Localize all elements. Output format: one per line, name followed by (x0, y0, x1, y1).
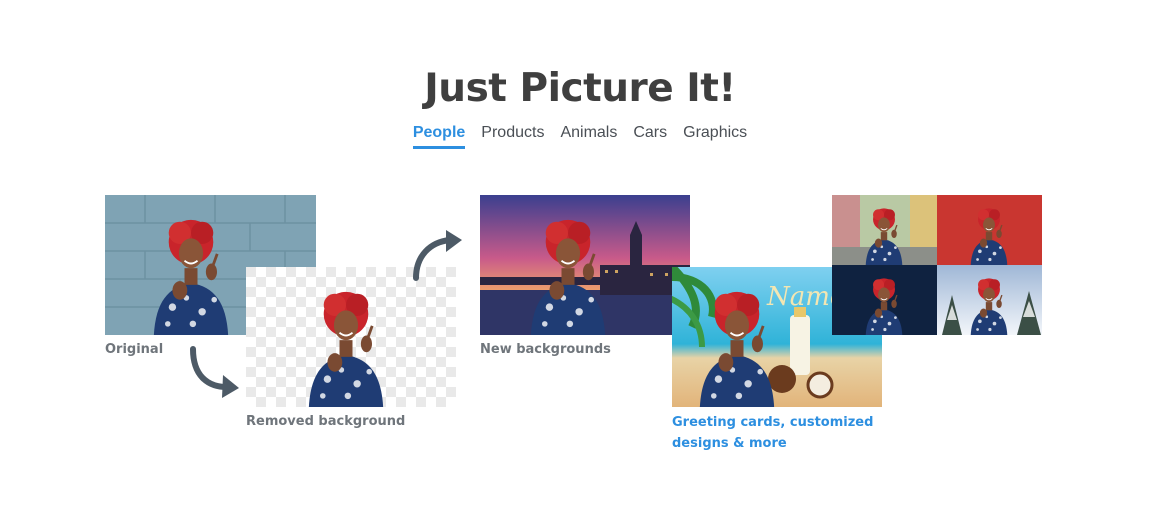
caption-greeting-cards: Greeting cards, customized designs & mor… (672, 412, 882, 454)
removed-background-photo (246, 267, 456, 407)
tab-products[interactable]: Products (481, 124, 544, 149)
tab-people[interactable]: People (412, 124, 466, 149)
caption-new-backgrounds: New backgrounds (480, 342, 611, 357)
curved-arrow-icon (413, 230, 462, 281)
grid-photo-snow (937, 265, 1042, 335)
caption-greeting-line-2: designs & more (672, 436, 787, 451)
category-tabs: People Products Animals Cars Graphics (0, 124, 1160, 149)
new-background-photo (480, 195, 690, 335)
tab-cars[interactable]: Cars (633, 124, 667, 149)
page-title: Just Picture It! (424, 66, 736, 111)
grid-photo-red (937, 195, 1042, 265)
grid-photo-street (832, 195, 937, 265)
caption-removed-background: Removed background (246, 414, 406, 429)
tab-animals[interactable]: Animals (560, 124, 617, 149)
caption-greeting-line-1: Greeting cards, customized (672, 415, 874, 430)
tab-graphics[interactable]: Graphics (683, 124, 747, 149)
grid-photo-navy (832, 265, 937, 335)
curved-arrow-icon (190, 346, 239, 398)
caption-original: Original (105, 342, 164, 357)
